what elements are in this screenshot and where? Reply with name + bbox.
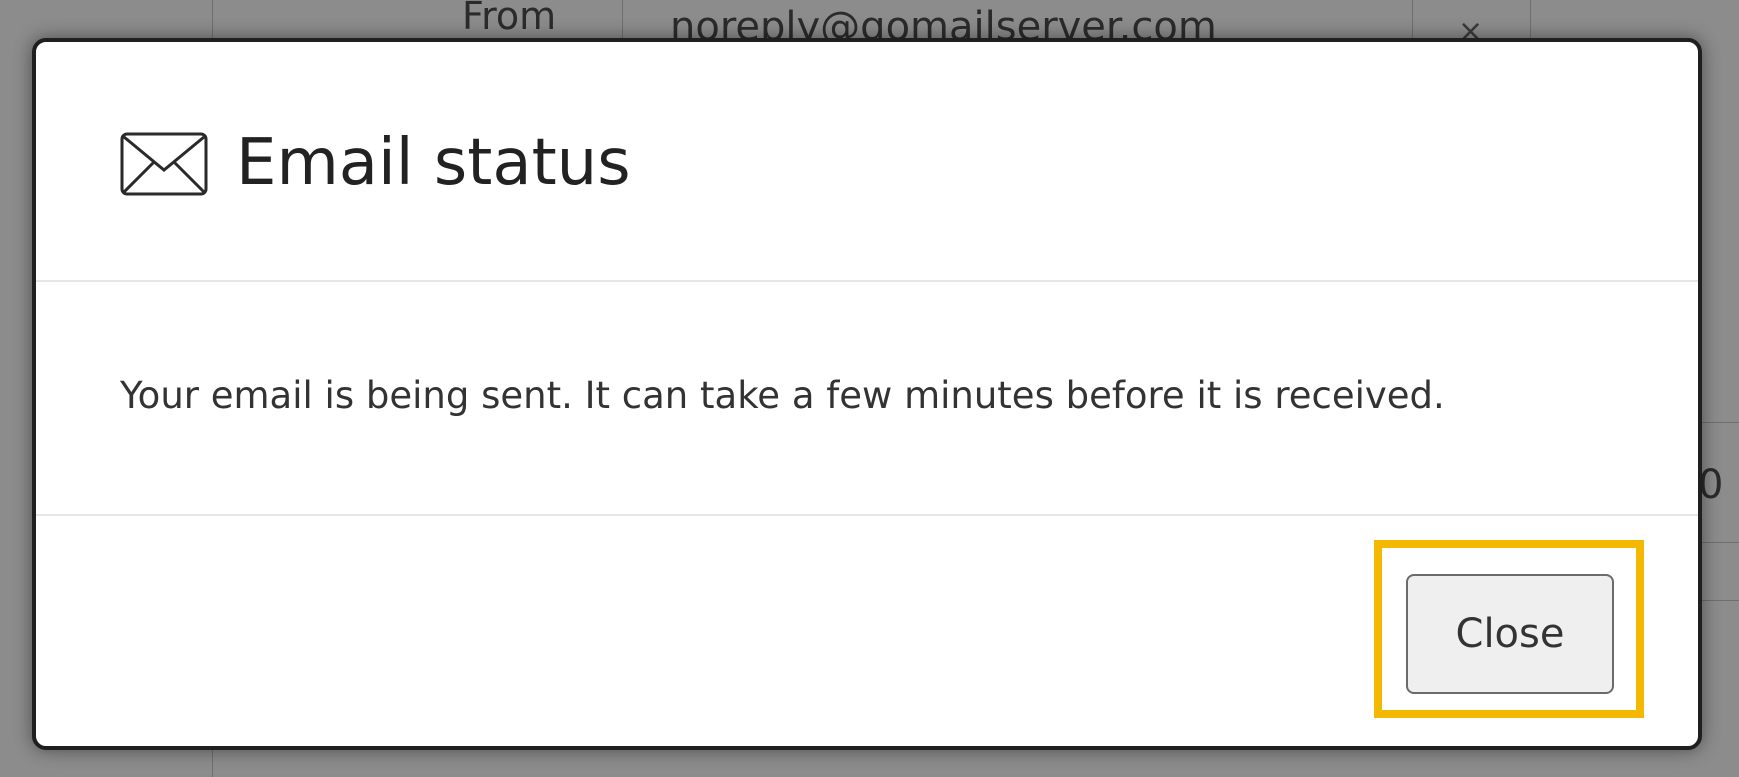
dialog-header: Email status	[36, 42, 1698, 282]
divider	[1412, 0, 1413, 40]
email-status-dialog: Email status Your email is being sent. I…	[32, 38, 1702, 750]
divider	[1530, 0, 1531, 40]
from-label: From	[462, 0, 557, 38]
dialog-title: Email status	[236, 126, 631, 200]
dialog-body: Your email is being sent. It can take a …	[36, 282, 1698, 516]
divider	[622, 0, 623, 40]
divider	[1702, 422, 1739, 423]
status-message: Your email is being sent. It can take a …	[120, 374, 1445, 417]
close-button[interactable]: Close	[1406, 574, 1614, 694]
divider	[1702, 542, 1739, 543]
mail-icon	[120, 132, 208, 196]
divider	[1702, 600, 1739, 601]
